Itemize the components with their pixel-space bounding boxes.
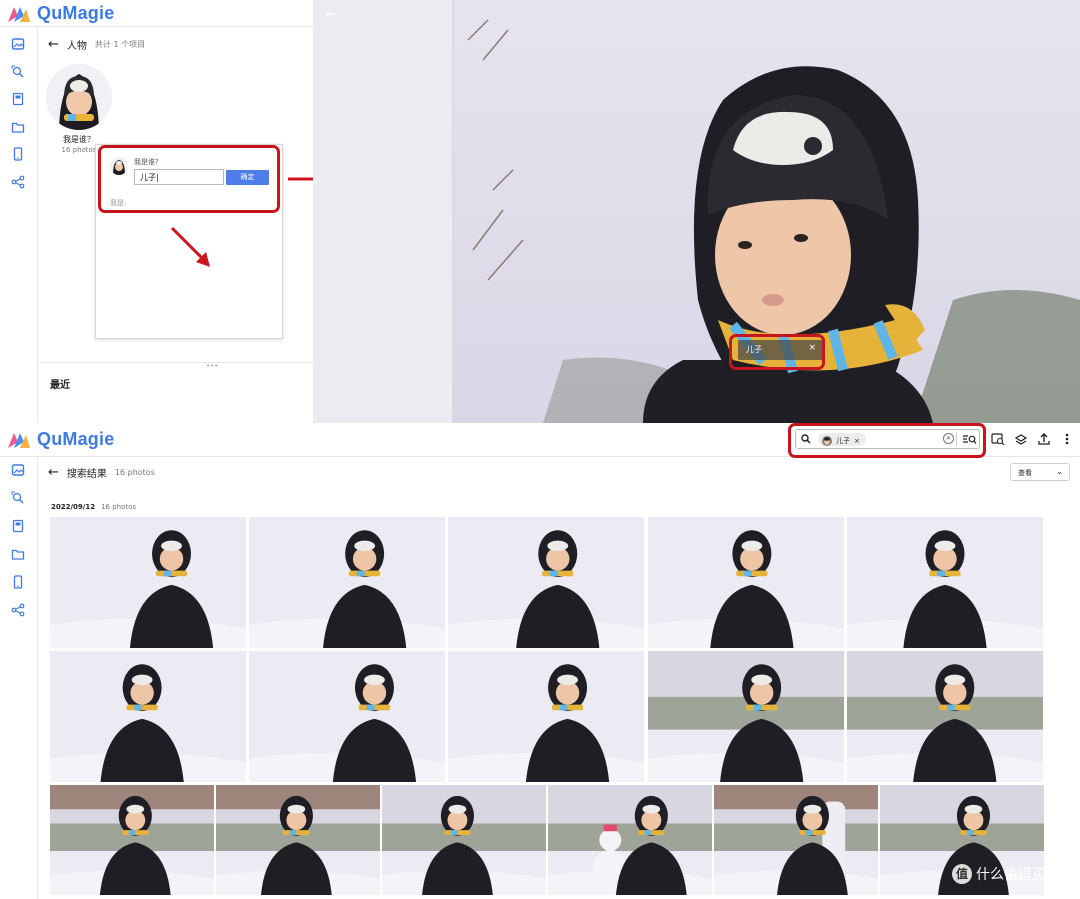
album-icon[interactable]	[11, 92, 25, 106]
album-icon[interactable]	[11, 519, 25, 533]
share-icon[interactable]	[11, 603, 25, 617]
sidebar	[0, 457, 38, 899]
qumagie-logo-icon	[7, 4, 31, 24]
item-count: 共计 1 个项目	[94, 40, 146, 49]
photo-thumbnail[interactable]	[249, 517, 445, 648]
sidebar	[0, 27, 38, 423]
photo-thumbnail[interactable]	[648, 517, 844, 648]
photo-thumbnail[interactable]	[50, 517, 246, 648]
search-results-panel: QuMagie 儿子 × ✕ ← 搜索结果 16 photos 查看 ⌄ 202…	[0, 423, 1080, 899]
watermark-text: 什么值得买	[976, 867, 1046, 883]
watermark-logo-icon: 值	[952, 864, 972, 884]
image-search-icon[interactable]	[991, 432, 1005, 446]
recent-heading: 最近	[50, 380, 70, 391]
person-avatar[interactable]	[46, 64, 112, 130]
photo-thumbnail[interactable]	[216, 785, 380, 895]
ai-search-icon[interactable]	[11, 65, 25, 79]
folder-icon[interactable]	[11, 547, 25, 561]
app-name: QuMagie	[37, 429, 115, 449]
result-count: 16 photos	[114, 468, 155, 477]
date-label: 2022/09/12	[51, 503, 96, 511]
app-logo[interactable]: QuMagie	[7, 429, 114, 450]
date-group-header: 2022/09/12 16 photos	[51, 503, 136, 511]
photo-thumbnail[interactable]	[50, 785, 214, 895]
photos-icon[interactable]	[11, 463, 25, 477]
share-icon[interactable]	[11, 175, 25, 189]
page-title: 搜索结果	[66, 469, 107, 480]
upload-icon[interactable]	[1037, 432, 1051, 446]
photo-thumbnail[interactable]	[249, 651, 445, 782]
photo-thumbnail[interactable]	[448, 517, 644, 648]
photo-thumbnail[interactable]	[648, 651, 844, 782]
highlight-box	[98, 145, 280, 213]
view-dropdown-label: 查看	[1018, 469, 1032, 477]
ai-search-icon[interactable]	[11, 491, 25, 505]
viewer-back-icon[interactable]: ←	[325, 6, 337, 22]
mobile-icon[interactable]	[11, 147, 25, 161]
people-header: ← 人物 共计 1 个项目	[48, 37, 145, 52]
photo-thumbnail[interactable]	[714, 785, 878, 895]
photo-thumbnail[interactable]	[847, 517, 1043, 648]
section-divider[interactable]	[38, 362, 313, 363]
mobile-icon[interactable]	[11, 575, 25, 589]
highlight-box	[788, 423, 986, 458]
app-logo[interactable]: QuMagie	[7, 3, 114, 24]
people-panel: QuMagie ← 人物 共计 1 个项目 我是谁？ 16 photos 我是谁…	[0, 0, 313, 423]
photo-thumbnail[interactable]	[448, 651, 644, 782]
photo-thumbnail[interactable]	[847, 651, 1043, 782]
photo-thumbnail[interactable]	[50, 651, 246, 782]
back-arrow-icon[interactable]: ←	[48, 465, 59, 480]
qumagie-logo-icon	[7, 430, 31, 450]
resize-handle-icon[interactable]: •••	[206, 362, 218, 370]
red-arrow-down-icon	[170, 226, 210, 267]
photo-viewer: ← 儿子 ×	[313, 0, 1080, 423]
photos-icon[interactable]	[11, 37, 25, 51]
watermark: 值 什么值得买	[952, 864, 1046, 884]
search-header: ← 搜索结果 16 photos	[48, 465, 155, 480]
app-name: QuMagie	[37, 3, 115, 23]
screenshot-collage: QuMagie ← 人物 共计 1 个项目 我是谁？ 16 photos 我是谁…	[0, 0, 1080, 899]
stack-icon[interactable]	[1014, 432, 1028, 446]
top-bar: QuMagie	[0, 0, 313, 27]
date-photo-count: 16 photos	[101, 503, 137, 511]
photo-thumbnail[interactable]	[382, 785, 546, 895]
folder-icon[interactable]	[11, 120, 25, 134]
more-options-icon[interactable]	[1060, 432, 1074, 446]
photo-thumbnail[interactable]	[548, 785, 712, 895]
viewer-photo	[313, 0, 1080, 423]
back-arrow-icon[interactable]: ←	[48, 37, 59, 52]
view-dropdown[interactable]: 查看 ⌄	[1010, 463, 1070, 481]
highlight-box	[729, 334, 825, 370]
chevron-down-icon: ⌄	[1056, 467, 1063, 476]
page-title: 人物	[66, 41, 87, 52]
top-bar: QuMagie 儿子 × ✕	[0, 423, 1080, 458]
